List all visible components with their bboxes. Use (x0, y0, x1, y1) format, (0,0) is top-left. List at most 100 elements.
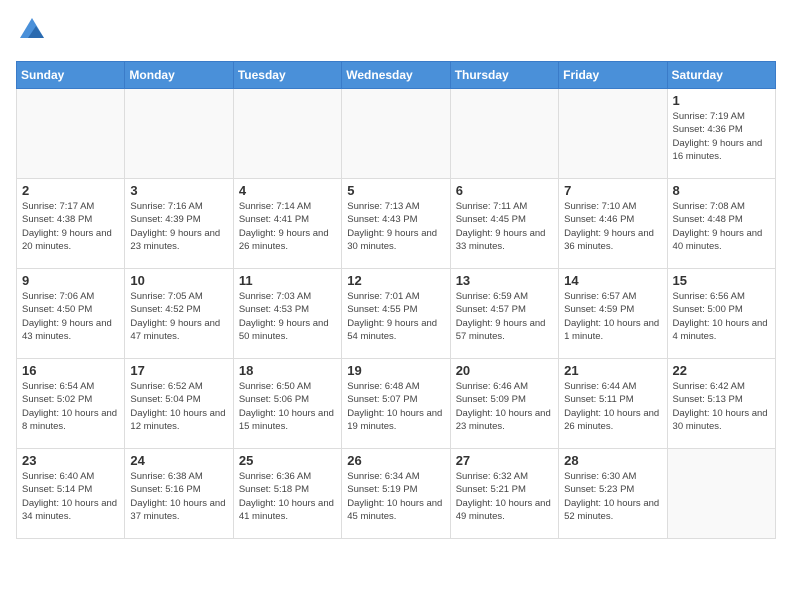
day-number: 26 (347, 453, 444, 468)
day-number: 4 (239, 183, 336, 198)
day-info: Sunrise: 7:11 AM Sunset: 4:45 PM Dayligh… (456, 200, 553, 253)
calendar-cell: 1 Sunrise: 7:19 AM Sunset: 4:36 PM Daylig… (667, 89, 775, 179)
day-info: Sunrise: 7:06 AM Sunset: 4:50 PM Dayligh… (22, 290, 119, 343)
day-info: Sunrise: 7:05 AM Sunset: 4:52 PM Dayligh… (130, 290, 227, 343)
calendar-cell (125, 89, 233, 179)
calendar-cell: 8 Sunrise: 7:08 AM Sunset: 4:48 PM Daylig… (667, 179, 775, 269)
day-info: Sunrise: 6:44 AM Sunset: 5:11 PM Dayligh… (564, 380, 661, 433)
week-row-4: 16 Sunrise: 6:54 AM Sunset: 5:02 PM Dayli… (17, 359, 776, 449)
day-info: Sunrise: 6:38 AM Sunset: 5:16 PM Dayligh… (130, 470, 227, 523)
day-number: 22 (673, 363, 770, 378)
day-header-thursday: Thursday (450, 62, 558, 89)
calendar-cell: 27 Sunrise: 6:32 AM Sunset: 5:21 PM Dayli… (450, 449, 558, 539)
day-info: Sunrise: 6:36 AM Sunset: 5:18 PM Dayligh… (239, 470, 336, 523)
calendar-cell (342, 89, 450, 179)
page-header (16, 16, 776, 49)
calendar-cell: 16 Sunrise: 6:54 AM Sunset: 5:02 PM Dayli… (17, 359, 125, 449)
day-info: Sunrise: 6:34 AM Sunset: 5:19 PM Dayligh… (347, 470, 444, 523)
week-row-2: 2 Sunrise: 7:17 AM Sunset: 4:38 PM Daylig… (17, 179, 776, 269)
day-number: 27 (456, 453, 553, 468)
logo-icon (18, 16, 46, 44)
calendar-cell: 23Sunrise: 6:40 AM Sunset: 5:14 PM Dayli… (17, 449, 125, 539)
calendar-cell: 17 Sunrise: 6:52 AM Sunset: 5:04 PM Dayli… (125, 359, 233, 449)
day-info: Sunrise: 7:08 AM Sunset: 4:48 PM Dayligh… (673, 200, 770, 253)
day-info: Sunrise: 7:03 AM Sunset: 4:53 PM Dayligh… (239, 290, 336, 343)
day-number: 13 (456, 273, 553, 288)
day-number: 28 (564, 453, 661, 468)
day-number: 19 (347, 363, 444, 378)
calendar-cell: 19Sunrise: 6:48 AM Sunset: 5:07 PM Dayli… (342, 359, 450, 449)
day-info: Sunrise: 6:50 AM Sunset: 5:06 PM Dayligh… (239, 380, 336, 433)
calendar-header-row: SundayMondayTuesdayWednesdayThursdayFrid… (17, 62, 776, 89)
day-info: Sunrise: 6:46 AM Sunset: 5:09 PM Dayligh… (456, 380, 553, 433)
day-number: 9 (22, 273, 119, 288)
calendar-cell: 18 Sunrise: 6:50 AM Sunset: 5:06 PM Dayli… (233, 359, 341, 449)
calendar-cell: 20 Sunrise: 6:46 AM Sunset: 5:09 PM Dayli… (450, 359, 558, 449)
day-info: Sunrise: 6:59 AM Sunset: 4:57 PM Dayligh… (456, 290, 553, 343)
calendar-cell: 9 Sunrise: 7:06 AM Sunset: 4:50 PM Daylig… (17, 269, 125, 359)
calendar-cell (559, 89, 667, 179)
day-header-monday: Monday (125, 62, 233, 89)
day-number: 14 (564, 273, 661, 288)
calendar: SundayMondayTuesdayWednesdayThursdayFrid… (16, 61, 776, 539)
calendar-cell: 6Sunrise: 7:11 AM Sunset: 4:45 PM Daylig… (450, 179, 558, 269)
week-row-5: 23Sunrise: 6:40 AM Sunset: 5:14 PM Dayli… (17, 449, 776, 539)
day-header-wednesday: Wednesday (342, 62, 450, 89)
calendar-cell: 13 Sunrise: 6:59 AM Sunset: 4:57 PM Dayli… (450, 269, 558, 359)
day-info: Sunrise: 7:01 AM Sunset: 4:55 PM Dayligh… (347, 290, 444, 343)
calendar-cell: 28 Sunrise: 6:30 AM Sunset: 5:23 PM Dayli… (559, 449, 667, 539)
day-number: 3 (130, 183, 227, 198)
week-row-3: 9 Sunrise: 7:06 AM Sunset: 4:50 PM Daylig… (17, 269, 776, 359)
day-number: 5 (347, 183, 444, 198)
calendar-cell: 22 Sunrise: 6:42 AM Sunset: 5:13 PM Dayli… (667, 359, 775, 449)
week-row-1: 1 Sunrise: 7:19 AM Sunset: 4:36 PM Daylig… (17, 89, 776, 179)
calendar-cell (450, 89, 558, 179)
day-number: 10 (130, 273, 227, 288)
day-info: Sunrise: 6:57 AM Sunset: 4:59 PM Dayligh… (564, 290, 661, 343)
logo (16, 16, 46, 49)
day-info: Sunrise: 6:40 AM Sunset: 5:14 PM Dayligh… (22, 470, 119, 523)
day-info: Sunrise: 7:19 AM Sunset: 4:36 PM Dayligh… (673, 110, 770, 163)
day-info: Sunrise: 7:14 AM Sunset: 4:41 PM Dayligh… (239, 200, 336, 253)
day-info: Sunrise: 6:32 AM Sunset: 5:21 PM Dayligh… (456, 470, 553, 523)
day-info: Sunrise: 6:54 AM Sunset: 5:02 PM Dayligh… (22, 380, 119, 433)
calendar-cell: 26 Sunrise: 6:34 AM Sunset: 5:19 PM Dayli… (342, 449, 450, 539)
day-info: Sunrise: 6:52 AM Sunset: 5:04 PM Dayligh… (130, 380, 227, 433)
day-info: Sunrise: 6:30 AM Sunset: 5:23 PM Dayligh… (564, 470, 661, 523)
day-number: 15 (673, 273, 770, 288)
calendar-cell: 10 Sunrise: 7:05 AM Sunset: 4:52 PM Dayli… (125, 269, 233, 359)
day-number: 21 (564, 363, 661, 378)
day-number: 20 (456, 363, 553, 378)
day-number: 16 (22, 363, 119, 378)
calendar-cell: 2 Sunrise: 7:17 AM Sunset: 4:38 PM Daylig… (17, 179, 125, 269)
day-number: 18 (239, 363, 336, 378)
day-number: 1 (673, 93, 770, 108)
calendar-cell: 7Sunrise: 7:10 AM Sunset: 4:46 PM Daylig… (559, 179, 667, 269)
day-header-friday: Friday (559, 62, 667, 89)
calendar-cell: 24 Sunrise: 6:38 AM Sunset: 5:16 PM Dayli… (125, 449, 233, 539)
calendar-cell: 25Sunrise: 6:36 AM Sunset: 5:18 PM Dayli… (233, 449, 341, 539)
calendar-cell (233, 89, 341, 179)
day-number: 2 (22, 183, 119, 198)
day-number: 8 (673, 183, 770, 198)
day-number: 12 (347, 273, 444, 288)
calendar-cell: 3 Sunrise: 7:16 AM Sunset: 4:39 PM Daylig… (125, 179, 233, 269)
day-header-sunday: Sunday (17, 62, 125, 89)
day-number: 17 (130, 363, 227, 378)
day-number: 24 (130, 453, 227, 468)
calendar-cell: 15 Sunrise: 6:56 AM Sunset: 5:00 PM Dayli… (667, 269, 775, 359)
day-header-saturday: Saturday (667, 62, 775, 89)
calendar-cell: 5 Sunrise: 7:13 AM Sunset: 4:43 PM Daylig… (342, 179, 450, 269)
calendar-cell (17, 89, 125, 179)
day-number: 11 (239, 273, 336, 288)
day-info: Sunrise: 7:10 AM Sunset: 4:46 PM Dayligh… (564, 200, 661, 253)
day-info: Sunrise: 6:56 AM Sunset: 5:00 PM Dayligh… (673, 290, 770, 343)
calendar-cell (667, 449, 775, 539)
calendar-cell: 11 Sunrise: 7:03 AM Sunset: 4:53 PM Dayli… (233, 269, 341, 359)
day-info: Sunrise: 7:16 AM Sunset: 4:39 PM Dayligh… (130, 200, 227, 253)
day-info: Sunrise: 7:17 AM Sunset: 4:38 PM Dayligh… (22, 200, 119, 253)
day-info: Sunrise: 6:42 AM Sunset: 5:13 PM Dayligh… (673, 380, 770, 433)
day-header-tuesday: Tuesday (233, 62, 341, 89)
calendar-cell: 12 Sunrise: 7:01 AM Sunset: 4:55 PM Dayli… (342, 269, 450, 359)
day-info: Sunrise: 7:13 AM Sunset: 4:43 PM Dayligh… (347, 200, 444, 253)
